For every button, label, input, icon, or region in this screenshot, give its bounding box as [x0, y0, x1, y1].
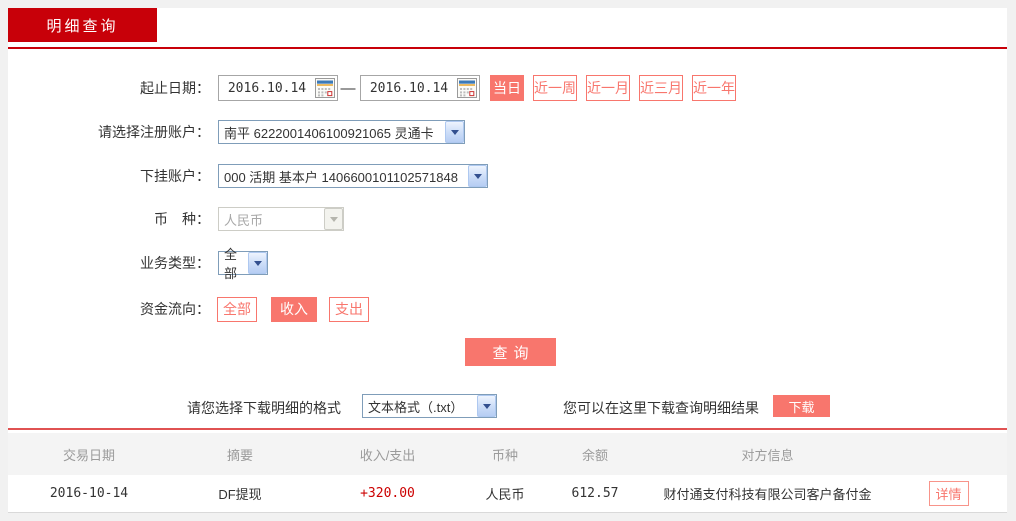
header-income-expense: 收入/支出: [359, 447, 416, 463]
sub-account-row: 下挂账户： 000 活期 基本户 1406600101102571848: [8, 164, 1007, 188]
cell-currency: 人民币: [485, 487, 525, 502]
quick-range-year-button[interactable]: 近一年: [692, 75, 736, 101]
currency-select: 人民币: [218, 207, 344, 231]
cell-counterparty: 财付通支付科技有限公司客户备付金: [663, 487, 872, 502]
download-row: 请您选择下载明细的格式 文本格式（.txt） 您可以在这里下载查询明细结果 下载: [8, 394, 1007, 418]
business-type-row: 业务类型： 全部: [8, 247, 1007, 281]
flow-income-button[interactable]: 收入: [271, 296, 317, 322]
currency-row: 币 种： 人民币: [8, 207, 1007, 231]
sub-account-label: 下挂账户：: [140, 168, 210, 184]
table-top-divider: [8, 428, 1007, 430]
date-range-row: 起止日期： 2016.10.14 — 2016.10.14 当日 近一周 近一月…: [8, 75, 1007, 101]
quick-range-3months-button[interactable]: 近三月: [639, 75, 683, 101]
flow-expense-button[interactable]: 支出: [329, 296, 369, 322]
sub-account-select[interactable]: 000 活期 基本户 1406600101102571848: [218, 164, 488, 188]
currency-label: 币 种：: [154, 211, 210, 227]
cell-summary: DF提现: [218, 487, 262, 502]
cell-balance: 612.57: [571, 486, 619, 501]
header-trade-date: 交易日期: [62, 447, 115, 463]
currency-value: 人民币: [224, 212, 264, 228]
end-date-input[interactable]: 2016.10.14: [360, 75, 480, 101]
chevron-down-icon: [324, 208, 343, 230]
quick-range-month-button[interactable]: 近一月: [586, 75, 630, 101]
fund-flow-row: 资金流向： 全部 收入 支出: [8, 296, 1007, 322]
chevron-down-icon[interactable]: [445, 121, 464, 143]
tab-detail-query[interactable]: 明细查询: [8, 8, 157, 42]
flow-all-button[interactable]: 全部: [217, 296, 257, 322]
download-hint: 您可以在这里下载查询明细结果: [563, 400, 759, 416]
business-type-value: 全部: [224, 247, 238, 281]
registered-account-row: 请选择注册账户： 南平 6222001406100921065 灵通卡: [8, 120, 1007, 144]
registered-account-value: 南平 6222001406100921065 灵通卡: [224, 125, 434, 141]
cell-actions: 详情: [890, 481, 1007, 506]
calendar-icon[interactable]: [457, 78, 477, 98]
business-type-select[interactable]: 全部: [218, 247, 268, 281]
chevron-down-icon[interactable]: [477, 395, 496, 417]
registered-account-select[interactable]: 南平 6222001406100921065 灵通卡: [218, 120, 465, 144]
header-summary: 摘要: [226, 447, 253, 463]
table-row: 2016-10-14 DF提现 +320.00 人民币 612.57 财付通支付…: [8, 475, 1007, 513]
header-balance: 余额: [581, 447, 608, 463]
fund-flow-label: 资金流向：: [140, 301, 210, 317]
date-range-label: 起止日期：: [140, 80, 210, 96]
header-counterparty: 对方信息: [741, 447, 794, 463]
query-button[interactable]: 查询: [465, 338, 556, 366]
chevron-down-icon[interactable]: [468, 165, 487, 187]
cell-amount: +320.00: [360, 486, 415, 501]
download-format-select[interactable]: 文本格式（.txt）: [362, 394, 497, 418]
date-range-dash: —: [340, 79, 356, 97]
quick-range-today-button[interactable]: 当日: [490, 75, 524, 101]
detail-button[interactable]: 详情: [928, 481, 969, 506]
start-date-input[interactable]: 2016.10.14: [218, 75, 338, 101]
tab-underline: [8, 47, 1007, 49]
end-date-value: 2016.10.14: [369, 80, 449, 96]
registered-account-label: 请选择注册账户：: [98, 124, 210, 140]
download-format-label: 请您选择下载明细的格式: [187, 400, 341, 416]
cell-trade-date: 2016-10-14: [49, 486, 129, 501]
header-currency: 币种: [491, 447, 518, 463]
content-card: 明细查询 起止日期： 2016.10.14 — 2016.10.14 当日 近一…: [8, 8, 1007, 513]
tab-label: 明细查询: [46, 17, 119, 35]
chevron-down-icon[interactable]: [248, 252, 267, 274]
download-button[interactable]: 下载: [773, 395, 830, 417]
sub-account-value: 000 活期 基本户 1406600101102571848: [224, 169, 458, 185]
start-date-value: 2016.10.14: [227, 80, 307, 96]
table-header: 交易日期 摘要 收入/支出 币种 余额 对方信息: [8, 433, 1007, 475]
quick-range-week-button[interactable]: 近一周: [533, 75, 577, 101]
business-type-label: 业务类型：: [140, 255, 210, 271]
calendar-icon[interactable]: [315, 78, 335, 98]
download-format-value: 文本格式（.txt）: [368, 399, 464, 415]
